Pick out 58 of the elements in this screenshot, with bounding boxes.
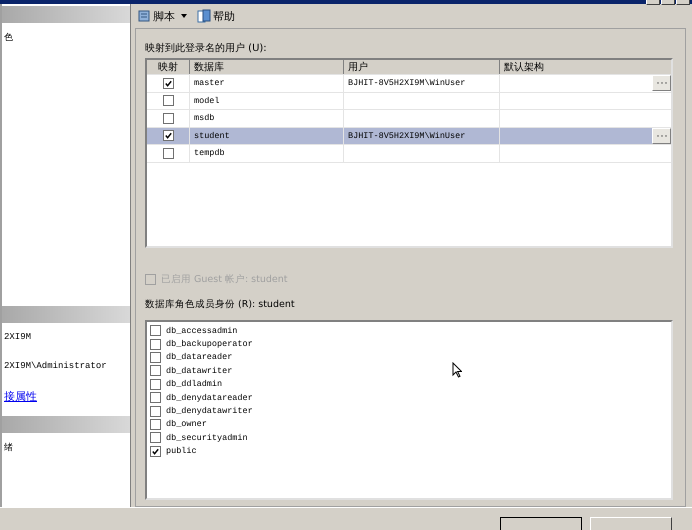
checkbox[interactable]	[150, 325, 161, 336]
browse-button[interactable]	[652, 75, 671, 92]
checkbox[interactable]	[150, 365, 161, 376]
role-name: db_backupoperator	[166, 339, 253, 350]
table-cell: BJHIT-8V5H2XI9M\WinUser	[348, 130, 466, 141]
table-cell: BJHIT-8V5H2XI9M\WinUser	[348, 78, 466, 88]
role-name: db_ddladmin	[166, 379, 222, 390]
book-icon	[197, 9, 211, 23]
script-button[interactable]: 脚本	[135, 8, 189, 24]
section-label: 映射到此登录名的用户 (U):	[145, 42, 268, 55]
checkbox[interactable]	[150, 378, 161, 390]
role-name: db_denydatawriter	[166, 406, 253, 416]
role-name: db_datawriter	[166, 366, 232, 376]
table-cell: master	[194, 78, 225, 88]
info-text: 2XI9M	[4, 332, 32, 342]
grid-row[interactable]: student BJHIT-8V5H2XI9M\WinUser	[147, 128, 671, 145]
checkbox[interactable]	[150, 338, 161, 350]
role-name: db_owner	[166, 419, 207, 430]
checkbox[interactable]	[150, 406, 161, 417]
help-button[interactable]: 帮助	[195, 8, 237, 24]
info-text: 绪	[4, 443, 13, 453]
checkbox[interactable]	[162, 130, 174, 142]
checkbox[interactable]	[162, 148, 174, 159]
checkbox[interactable]	[162, 112, 174, 124]
section-label: 数据库角色成员身份 (R): student	[145, 298, 296, 311]
mouse-cursor-icon	[452, 362, 462, 378]
checkbox[interactable]	[150, 432, 161, 444]
checkbox[interactable]	[162, 95, 174, 106]
table-cell: student	[194, 130, 230, 141]
role-name: db_securityadmin	[166, 432, 248, 443]
checkbox[interactable]	[150, 446, 161, 457]
info-text: 色	[4, 33, 13, 43]
role-name: db_denydatareader	[166, 392, 253, 403]
column-header[interactable]: 映射	[147, 60, 190, 74]
ellipsis-icon	[656, 81, 668, 86]
browse-button[interactable]	[652, 128, 671, 144]
checkbox[interactable]	[150, 392, 161, 404]
dialog-button[interactable]	[500, 517, 582, 530]
ellipsis-icon	[656, 134, 668, 138]
grid-row[interactable]: master BJHIT-8V5H2XI9M\WinUser	[147, 75, 671, 92]
column-header[interactable]: 默认架构	[500, 60, 671, 74]
checkbox[interactable]	[162, 78, 174, 89]
table-cell: tempdb	[194, 148, 225, 158]
role-name: db_accessadmin	[166, 326, 238, 336]
caret-icon	[181, 14, 187, 18]
grid-row[interactable]: model	[147, 92, 671, 110]
checkbox[interactable]	[150, 418, 161, 430]
info-text: 2XI9M\Administrator	[4, 361, 107, 371]
properties-link[interactable]: 接属性	[4, 390, 37, 403]
column-header[interactable]: 数据库	[190, 60, 344, 74]
table-cell: msdb	[194, 113, 214, 124]
role-name: public	[166, 446, 197, 456]
scroll-icon	[137, 9, 151, 23]
role-name: db_datareader	[166, 352, 232, 362]
column-header[interactable]: 用户	[344, 60, 500, 74]
table-cell: model	[194, 96, 220, 106]
grid-row[interactable]: tempdb	[147, 145, 671, 162]
checkbox[interactable]	[150, 352, 161, 363]
